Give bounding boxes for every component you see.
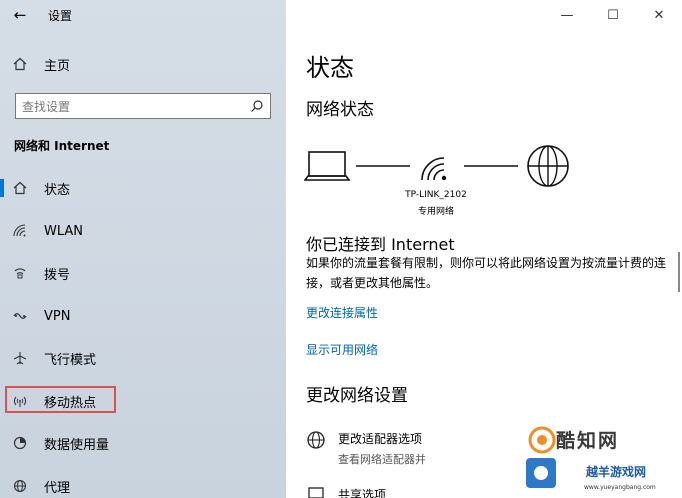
home-item[interactable]: 主页	[0, 50, 286, 78]
router-wifi-icon	[421, 157, 447, 181]
section-title: 网络和 Internet	[14, 139, 110, 153]
internet-globe-icon	[527, 145, 569, 187]
sidebar-item-data-usage[interactable]: 数据使用量	[0, 428, 286, 458]
search-input[interactable]: 查找设置	[15, 93, 271, 119]
airplane-icon	[0, 351, 40, 365]
maximize-icon: ☐	[607, 7, 619, 23]
sidebar-item-label: 数据使用量	[44, 437, 110, 453]
sidebar-item-label: WLAN	[44, 223, 84, 239]
globe-icon	[0, 479, 40, 493]
router-name: TP-LINK_2102	[405, 190, 467, 200]
sidebar-item-label: 代理	[44, 480, 71, 496]
back-arrow-icon: ←	[13, 6, 27, 24]
sidebar: ← 设置 主页 查找设置 网络和 Internet 状态 WLAN 拨号 VPN…	[0, 0, 286, 498]
search-icon	[251, 100, 263, 112]
wifi-icon	[0, 224, 40, 238]
home-label: 主页	[44, 58, 71, 74]
sidebar-item-label: 飞行模式	[44, 352, 97, 368]
home-icon	[0, 57, 40, 71]
minimize-icon: —	[560, 7, 574, 23]
option-title: 更改适配器选项	[338, 432, 423, 446]
minimize-button[interactable]: —	[544, 0, 590, 30]
close-icon: ✕	[653, 7, 665, 23]
watermark-url: www.yueyangbang.com	[584, 484, 656, 491]
data-usage-icon	[0, 436, 40, 450]
sidebar-item-proxy[interactable]: 代理	[0, 471, 286, 498]
back-button[interactable]: ←	[0, 0, 40, 30]
adapter-globe-icon	[307, 431, 325, 449]
sidebar-item-airplane[interactable]: 飞行模式	[0, 343, 286, 373]
show-available-networks-link[interactable]: 显示可用网络	[306, 341, 378, 358]
sharing-icon	[308, 487, 324, 498]
window-controls: — ☐ ✕	[544, 0, 682, 30]
metered-description: 如果你的流量套餐有限制，则你可以将此网络设置为按流量计费的连接，或者更改其他属性…	[306, 256, 667, 290]
computer-icon	[304, 151, 351, 181]
sidebar-item-label: 状态	[44, 182, 71, 198]
option-title: 共享选项	[338, 488, 387, 498]
highlight-box	[5, 386, 116, 413]
sidebar-item-wlan[interactable]: WLAN	[0, 216, 286, 246]
status-icon	[0, 181, 40, 195]
title-bar: ← 设置	[0, 0, 286, 30]
option-subtitle: 查看网络适配器并	[338, 453, 426, 466]
sidebar-item-status[interactable]: 状态	[0, 173, 286, 203]
sidebar-item-label: VPN	[44, 308, 71, 324]
router-type: 专用网络	[417, 207, 454, 217]
change-adapter-options[interactable]: 更改适配器选项 查看网络适配器并	[306, 430, 426, 467]
watermark-text: 酷知网	[556, 430, 620, 452]
sidebar-item-label: 拨号	[44, 267, 71, 283]
sidebar-item-vpn[interactable]: VPN	[0, 301, 286, 331]
dialup-icon	[0, 266, 40, 280]
change-network-settings-heading: 更改网络设置	[306, 386, 408, 406]
page-title: 状态	[306, 54, 354, 82]
sharing-options[interactable]: 共享选项	[306, 486, 386, 498]
scrollbar[interactable]	[678, 252, 680, 292]
network-status-heading: 网络状态	[306, 100, 374, 120]
window-title: 设置	[48, 8, 73, 23]
watermark-text-secondary: 越羊游戏网	[586, 465, 647, 479]
maximize-button[interactable]: ☐	[590, 0, 636, 30]
sidebar-item-dialup[interactable]: 拨号	[0, 258, 286, 288]
search-placeholder: 查找设置	[22, 99, 71, 114]
vpn-icon	[0, 309, 40, 323]
connection-status: 你已连接到 Internet	[306, 235, 455, 254]
close-button[interactable]: ✕	[636, 0, 682, 30]
change-connection-properties-link[interactable]: 更改连接属性	[306, 304, 378, 321]
